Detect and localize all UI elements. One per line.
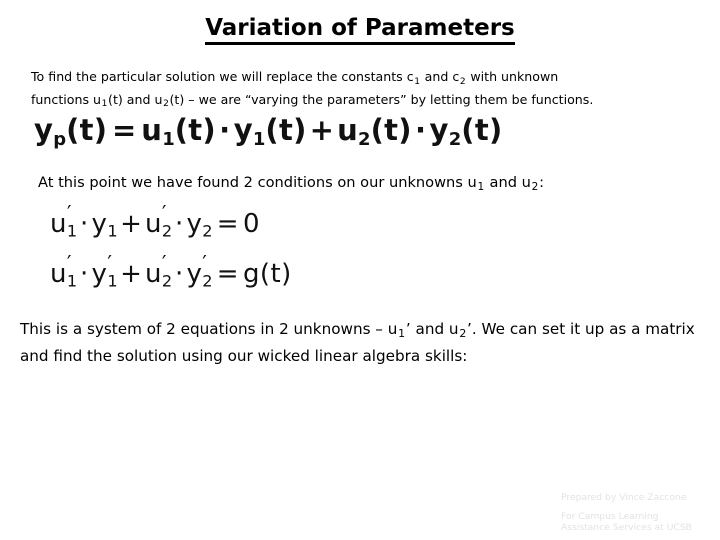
footer-credit-line-1: Prepared by Vince Zaccone [561, 492, 687, 503]
eq2-term1-prime: ′ [66, 200, 72, 225]
eq2-term3-base: u [144, 209, 162, 239]
equation-condition-one: u ′ 1 · y1+u ′ 2 · y2 = 0 [50, 203, 260, 241]
eq3-term3-base: u [144, 259, 162, 289]
page-title: Variation of Parameters [0, 14, 720, 45]
intro-line2-part3: (t) – we are “varying the parameters” by… [169, 91, 594, 107]
eq2-term1: u ′ [50, 203, 72, 239]
eq2-term3: u ′ [144, 203, 167, 239]
system-part1: This is a system of 2 equations in 2 unk… [20, 320, 398, 338]
slide-canvas: Variation of Parameters To find the part… [0, 0, 720, 540]
eq3-term4: y ′ [186, 253, 206, 289]
intro-paragraph: To find the particular solution we will … [31, 68, 676, 113]
eq2-rhs: 0 [243, 209, 260, 239]
footer-credit-line-3: Assistance Services at UCSB [561, 522, 692, 533]
eq1-term1-sub: 1 [162, 129, 175, 151]
eq3-term3-prime: ′ [161, 250, 167, 275]
eq1-term2-arg: (t) [265, 113, 307, 147]
eq3-dot2: · [174, 259, 184, 289]
eq2-plus: + [120, 209, 143, 239]
eq3-term2-base: y [91, 259, 108, 289]
eq1-term1-arg: (t) [174, 113, 216, 147]
system-sub1: 1 [398, 327, 406, 341]
eq3-term1-prime: ′ [66, 250, 72, 275]
eq3-plus: + [120, 259, 143, 289]
eq2-term2-base: y [91, 209, 108, 239]
footer-credit: Prepared by Vince Zaccone For Campus Lea… [561, 492, 720, 534]
eq3-term2-prime: ′ [107, 250, 113, 275]
conditions-part1: At this point we have found 2 conditions… [38, 174, 477, 191]
eq2-term4-base: y [186, 209, 203, 239]
eq3-term4-base: y [186, 259, 203, 289]
eq1-term4-base: y [429, 113, 449, 147]
equation-condition-two: u ′ 1 · y ′ 1+u ′ 2 · y ′ 2 = g(t) [50, 253, 292, 291]
intro-line2-sub1: 1 [101, 99, 108, 110]
eq1-term3-sub: 2 [358, 129, 371, 151]
eq2-dot1: · [80, 209, 89, 239]
system-sub2: 2 [459, 327, 467, 341]
eq2-term2-sub: 1 [107, 221, 118, 241]
intro-line1-part3: with unknown [466, 69, 559, 84]
system-part2: and u [410, 320, 459, 338]
eq1-term2-sub: 1 [252, 129, 266, 151]
eq1-term1-base: u [141, 113, 163, 147]
conditions-part2: and u [484, 174, 531, 191]
eq3-term1: u ′ [50, 253, 72, 289]
eq1-term3-base: u [337, 113, 359, 147]
page-title-text: Variation of Parameters [205, 15, 515, 45]
eq1-term3-arg: (t) [370, 113, 412, 147]
eq1-lhs-arg: (t) [66, 113, 108, 147]
eq3-equals: = [216, 259, 239, 289]
eq1-dot1: · [219, 113, 231, 147]
eq3-dot1: · [80, 259, 89, 289]
intro-line2-part1: functions u [31, 91, 101, 107]
eq1-equals: = [112, 113, 137, 147]
eq2-term3-prime: ′ [161, 200, 167, 225]
conditions-sub1: 1 [477, 181, 485, 194]
eq1-plus: + [309, 113, 335, 147]
eq1-lhs-base: y [34, 113, 54, 147]
eq3-term1-base: u [50, 259, 67, 289]
conditions-part3: : [539, 174, 544, 191]
eq3-term4-prime: ′ [202, 250, 208, 275]
eq3-term3: u ′ [144, 253, 167, 289]
footer-credit-line-2: For Campus Learning [561, 510, 659, 522]
intro-line2-part2: (t) and u [108, 91, 163, 107]
eq2-dot2: · [174, 209, 184, 239]
intro-line1-sub1: 1 [414, 76, 421, 87]
eq1-lhs-sub: p [53, 129, 67, 151]
eq1-term4-sub: 2 [448, 129, 462, 151]
equation-particular-solution: yp(t) = u1(t) · y1(t)+u2(t) · y2(t) [34, 113, 503, 150]
eq3-rhs: g(t) [243, 259, 292, 289]
intro-line2-sub2: 2 [163, 99, 169, 110]
eq2-term4-sub: 2 [202, 221, 213, 241]
conditions-sub2: 2 [531, 181, 539, 194]
intro-line1-part2: and c [420, 69, 460, 84]
eq2-equals: = [216, 209, 239, 239]
intro-line1-part1: To find the particular solution we will … [31, 69, 414, 84]
eq2-term1-base: u [50, 209, 67, 239]
eq1-dot2: · [415, 113, 427, 147]
eq1-term4-arg: (t) [461, 113, 503, 147]
conditions-paragraph: At this point we have found 2 conditions… [38, 173, 698, 197]
system-paragraph: This is a system of 2 equations in 2 unk… [20, 318, 700, 367]
eq3-term2: y ′ [91, 253, 112, 289]
eq1-term2-base: y [233, 113, 253, 147]
